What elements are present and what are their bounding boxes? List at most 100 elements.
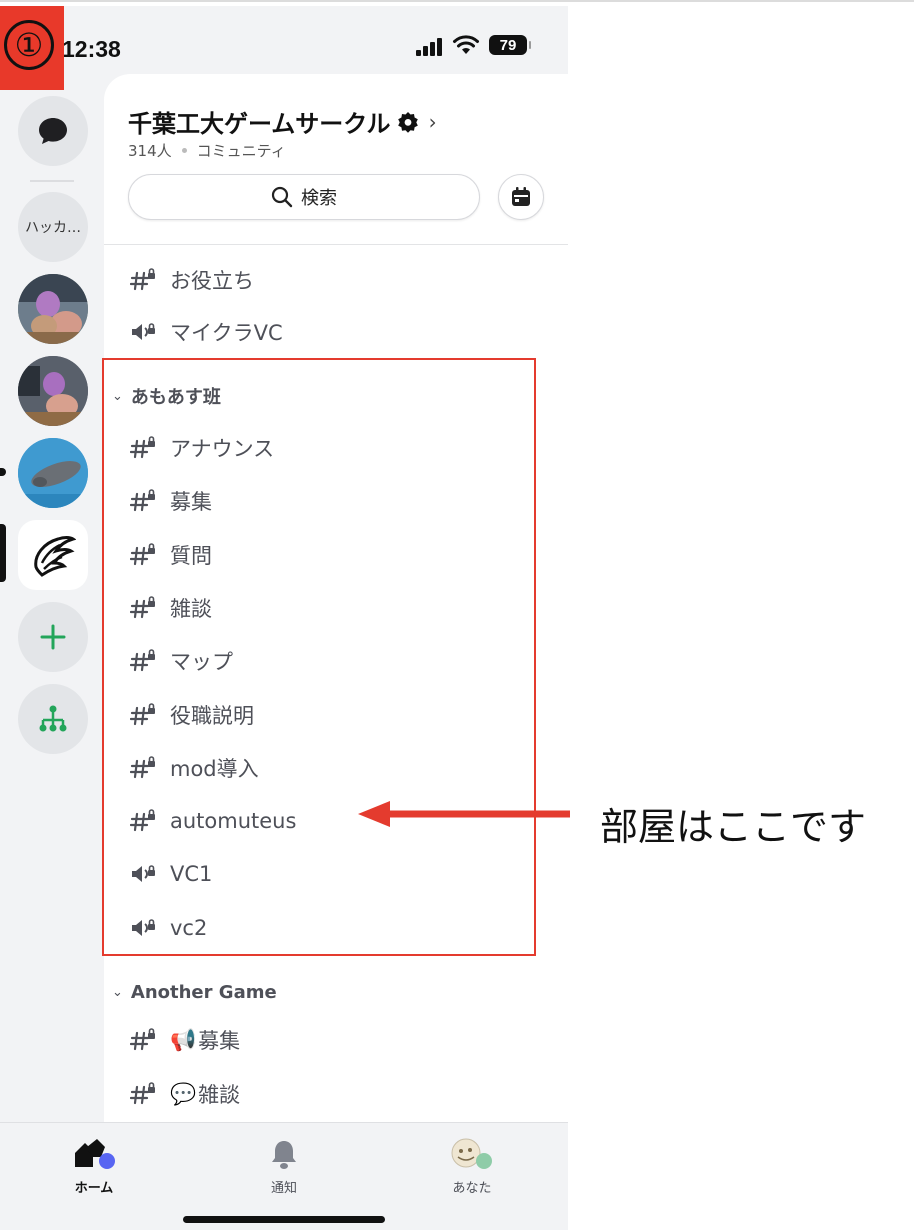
step-badge: ①	[0, 6, 64, 90]
server-folder[interactable]: ハッカ…	[18, 192, 88, 262]
channel-name: mod導入	[170, 757, 259, 781]
server-avatar-2[interactable]	[18, 356, 88, 426]
locked-text-channel-icon	[130, 756, 155, 779]
locked-text-channel-icon	[130, 703, 155, 726]
header-divider	[104, 244, 568, 245]
channel-name: 募集	[198, 1029, 241, 1053]
discover-button[interactable]	[18, 684, 88, 754]
channel-item[interactable]: アナウンス	[130, 428, 274, 468]
channel-item[interactable]: mod導入	[130, 748, 259, 788]
channel-name: マイクラVC	[170, 321, 283, 345]
locked-text-channel-icon	[130, 489, 155, 512]
channel-name: 質問	[170, 544, 212, 568]
server-meta: 314人 コミュニティ	[128, 140, 286, 161]
locked-voice-channel-icon	[132, 865, 155, 882]
search-label: 検索	[301, 188, 337, 209]
channel-name: 雑談	[198, 1083, 241, 1107]
meta-separator-dot	[181, 148, 187, 153]
channel-label: 💬 雑談	[170, 1079, 240, 1109]
server-avatar-1[interactable]	[18, 274, 88, 344]
tab-notifications-label: 通知	[270, 1181, 297, 1196]
server-sidebar: ハッカ…	[0, 80, 104, 1130]
server-avatar-3[interactable]	[18, 438, 88, 508]
wifi-icon	[453, 35, 479, 54]
category-name: Another Game	[130, 981, 277, 1003]
add-server-button[interactable]	[18, 602, 88, 672]
channel-label: 📢 募集	[170, 1025, 240, 1055]
locked-text-channel-icon	[130, 649, 155, 672]
locked-text-channel-icon	[130, 809, 155, 832]
page: ① 12:38 79 ハッカ… 千葉工大ゲームサークル › 314人 コミュニテ…	[0, 0, 914, 1230]
locked-voice-channel-icon	[132, 919, 155, 936]
server-avatar-image	[18, 274, 88, 344]
channel-name: 雑談	[170, 597, 212, 621]
wing-logo-icon	[34, 536, 76, 577]
chevron-down-icon: ⌄	[112, 388, 123, 404]
home-indicator	[183, 1216, 385, 1223]
channel-item[interactable]: VC1	[130, 854, 212, 894]
channel-name: automuteus	[170, 809, 297, 833]
tab-home-label: ホーム	[74, 1181, 114, 1196]
channel-item[interactable]: 募集	[130, 481, 212, 521]
bell-icon	[272, 1141, 296, 1169]
search-icon	[271, 186, 293, 208]
channel-name: マップ	[170, 650, 233, 674]
calendar-icon	[512, 187, 530, 206]
channel-item[interactable]: automuteus	[130, 801, 296, 841]
server-avatar-image	[18, 356, 88, 426]
chevron-down-icon: ⌄	[112, 984, 123, 1000]
status-time: 12:38	[62, 36, 121, 62]
speech-bubble-emoji: 💬	[170, 1081, 197, 1106]
category-header[interactable]: ⌄ Another Game	[112, 977, 277, 1007]
server-folder-label: ハッカ…	[25, 220, 81, 236]
channel-name: VC1	[170, 862, 213, 886]
bottom-tab-bar: ホーム 通知 あなた	[0, 1122, 568, 1230]
tab-notifications[interactable]: 通知	[234, 1137, 334, 1196]
channel-name: 募集	[170, 490, 212, 514]
channel-panel: 千葉工大ゲームサークル › 314人 コミュニティ 検索 お役立ち マイクラVC…	[104, 74, 568, 1134]
search-button[interactable]: 検索	[128, 174, 480, 220]
channel-item[interactable]: 役職説明	[130, 695, 254, 735]
channel-item[interactable]: vc2	[130, 908, 207, 948]
locked-text-channel-icon	[130, 268, 155, 291]
server-selected[interactable]	[18, 520, 88, 590]
channel-name: 役職説明	[170, 704, 254, 728]
megaphone-emoji: 📢	[170, 1027, 197, 1052]
channel-name: アナウンス	[170, 437, 275, 461]
locked-text-channel-icon	[130, 596, 155, 619]
phone-screenshot: ① 12:38 79 ハッカ… 千葉工大ゲームサークル › 314人 コミュニテ…	[0, 6, 568, 1230]
sidebar-divider	[30, 180, 74, 182]
locked-text-channel-icon	[130, 1028, 155, 1051]
plus-icon	[40, 624, 66, 650]
member-count: 314人	[128, 142, 172, 160]
avatar	[451, 1138, 492, 1169]
category-header[interactable]: ⌄ あもあす班	[112, 381, 221, 411]
unread-indicator	[0, 468, 6, 476]
channel-item[interactable]: 📢 募集	[130, 1020, 240, 1060]
tab-you-label: あなた	[452, 1181, 492, 1196]
server-header[interactable]: 千葉工大ゲームサークル ›	[128, 104, 437, 139]
selected-server-indicator	[0, 524, 6, 582]
channel-item[interactable]: マイクラVC	[130, 312, 283, 352]
annotation-arrow	[358, 801, 570, 827]
category-name: あもあす班	[130, 387, 221, 408]
events-button[interactable]	[498, 174, 544, 220]
tab-you[interactable]: あなた	[422, 1137, 522, 1196]
server-avatar-image	[18, 438, 88, 508]
channel-item[interactable]: 質問	[130, 535, 212, 575]
cellular-signal-icon	[416, 38, 444, 56]
channel-name: お役立ち	[170, 269, 254, 293]
channel-item[interactable]: マップ	[130, 641, 233, 681]
server-type: コミュニティ	[196, 142, 286, 160]
community-badge-icon	[397, 111, 418, 133]
slide-top-border	[0, 0, 914, 2]
channel-item[interactable]: 💬 雑談	[130, 1074, 240, 1114]
home-servers-icon	[75, 1139, 115, 1169]
tab-home[interactable]: ホーム	[44, 1137, 144, 1196]
channel-item[interactable]: 雑談	[130, 588, 212, 628]
chevron-right-icon: ›	[428, 109, 437, 134]
locked-voice-channel-icon	[132, 323, 155, 340]
channel-name: vc2	[170, 916, 208, 940]
channel-item[interactable]: お役立ち	[130, 260, 254, 300]
direct-messages-button[interactable]	[18, 96, 88, 166]
